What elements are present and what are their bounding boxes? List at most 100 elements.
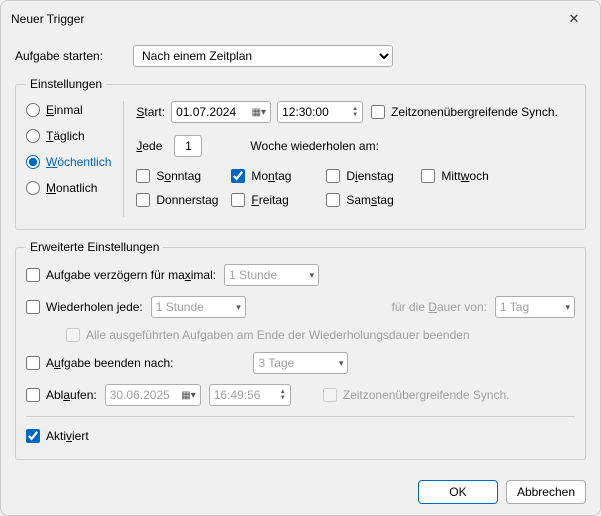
advanced-fieldset: Erweiterte Einstellungen Aufgabe verzöge… <box>15 240 586 460</box>
begin-select[interactable]: Nach einem Zeitplan <box>133 45 393 67</box>
advanced-legend: Erweiterte Einstellungen <box>26 240 163 254</box>
expire-date-value: 30.06.2025 <box>110 388 170 402</box>
start-date-input[interactable]: 01.07.2024 ▦▾ <box>171 101 271 123</box>
time-spinner-icon[interactable]: ▲▼ <box>280 389 286 401</box>
start-date-value: 01.07.2024 <box>176 105 236 119</box>
days-group: Sonntag Montag Dienstag Mittwoch <box>136 169 575 217</box>
aktiviert-label: Aktiviert <box>46 429 89 443</box>
stop-all-label: Alle ausgeführten Aufgaben am Ende der W… <box>86 328 470 342</box>
day-dienstag-input[interactable] <box>326 169 340 183</box>
day-montag[interactable]: Montag <box>231 169 326 183</box>
start-time-input[interactable]: 12:30:00 ▲▼ <box>277 101 363 123</box>
chevron-down-icon: ▾ <box>310 270 315 281</box>
delay-input[interactable] <box>26 268 40 282</box>
tz-sync-checkbox[interactable]: Zeitzonenübergreifende Synch. <box>371 105 558 119</box>
day-sonntag[interactable]: Sonntag <box>136 169 231 183</box>
radio-wochen[interactable]: Wöchentlich <box>26 155 111 169</box>
radio-einmal[interactable]: Einmal <box>26 103 111 117</box>
radio-einmal-label: Einmal <box>46 103 83 117</box>
chevron-down-icon: ▾ <box>565 302 570 313</box>
expire-time-input[interactable]: 16:49:56 ▲▼ <box>209 384 291 406</box>
repeat-input[interactable] <box>26 300 40 314</box>
expire-row: Ablaufen: 30.06.2025 ▦▾ 16:49:56 ▲▼ Zeit… <box>26 384 575 406</box>
every-row: Jede 1 Woche wiederholen am: <box>136 135 575 157</box>
expire-checkbox[interactable]: Ablaufen: <box>26 388 97 402</box>
day-donnerstag-input[interactable] <box>136 193 150 207</box>
expire-date-input[interactable]: 30.06.2025 ▦▾ <box>105 384 201 406</box>
radio-taglich-input[interactable] <box>26 129 40 143</box>
duration-value: 1 Tag <box>500 300 529 314</box>
chevron-down-icon: ▾ <box>339 358 344 369</box>
delay-checkbox[interactable]: Aufgabe verzögern für maximal: <box>26 268 216 282</box>
every-value-input[interactable]: 1 <box>174 135 202 157</box>
every-value: 1 <box>185 139 192 153</box>
aktiviert-checkbox[interactable]: Aktiviert <box>26 429 89 443</box>
expire-input[interactable] <box>26 388 40 402</box>
calendar-dropdown-icon[interactable]: ▦▾ <box>181 390 195 401</box>
day-freitag-label: Freitag <box>251 193 288 207</box>
calendar-dropdown-icon[interactable]: ▦▾ <box>252 107 266 118</box>
day-samstag[interactable]: Samstag <box>326 193 421 207</box>
radio-monat-input[interactable] <box>26 181 40 195</box>
day-donnerstag-label: Donnerstag <box>156 193 218 207</box>
day-montag-label: Montag <box>251 169 291 183</box>
day-mittwoch-input[interactable] <box>421 169 435 183</box>
cancel-button[interactable]: Abbrechen <box>506 480 586 504</box>
tz2-label: Zeitzonenübergreifende Synch. <box>343 388 510 402</box>
day-freitag-input[interactable] <box>231 193 245 207</box>
repeat-checkbox[interactable]: Wiederholen jede: <box>26 300 143 314</box>
day-sonntag-input[interactable] <box>136 169 150 183</box>
settings-body: Einmal Täglich Wöchentlich Monatlich <box>26 101 575 217</box>
radio-wochen-input[interactable] <box>26 155 40 169</box>
begin-label-text: Aufgabe starten: <box>15 49 103 63</box>
duration-combo[interactable]: 1 Tag ▾ <box>495 296 575 318</box>
stop-after-input[interactable] <box>26 356 40 370</box>
titlebar: Neuer Trigger ✕ <box>1 1 600 37</box>
day-samstag-label: Samstag <box>346 193 393 207</box>
day-dienstag-label: Dienstag <box>346 169 393 183</box>
stop-after-value: 3 Tage <box>258 356 294 370</box>
close-button[interactable]: ✕ <box>558 7 590 31</box>
duration-label: für die Dauer von: <box>392 300 487 314</box>
tz2-input <box>323 388 337 402</box>
ok-label: OK <box>449 485 466 499</box>
radio-taglich-label: Täglich <box>46 129 85 143</box>
chevron-down-icon: ▾ <box>236 302 241 313</box>
start-time-value: 12:30:00 <box>282 105 329 119</box>
day-freitag[interactable]: Freitag <box>231 193 326 207</box>
dialog-window: Neuer Trigger ✕ Aufgabe starten: Nach ei… <box>0 0 601 516</box>
radio-taglich[interactable]: Täglich <box>26 129 111 143</box>
time-spinner-icon[interactable]: ▲▼ <box>352 106 358 118</box>
day-mittwoch-label: Mittwoch <box>441 169 488 183</box>
day-montag-input[interactable] <box>231 169 245 183</box>
schedule-radio-group: Einmal Täglich Wöchentlich Monatlich <box>26 101 111 217</box>
delay-value: 1 Stunde <box>229 268 277 282</box>
stop-all-input <box>66 328 80 342</box>
tz-sync-input[interactable] <box>371 105 385 119</box>
begin-row: Aufgabe starten: Nach einem Zeitplan <box>15 45 586 67</box>
aktiviert-input[interactable] <box>26 429 40 443</box>
day-dienstag[interactable]: Dienstag <box>326 169 421 183</box>
content-area: Aufgabe starten: Nach einem Zeitplan Ein… <box>1 37 600 480</box>
radio-monat[interactable]: Monatlich <box>26 181 111 195</box>
radio-wochen-label: Wöchentlich <box>46 155 111 169</box>
window-title: Neuer Trigger <box>11 12 84 26</box>
radio-einmal-input[interactable] <box>26 103 40 117</box>
ok-button[interactable]: OK <box>418 480 498 504</box>
start-row: Start: 01.07.2024 ▦▾ 12:30:00 ▲▼ Zeitzon… <box>136 101 575 123</box>
stop-after-label: Aufgabe beenden nach: <box>46 356 173 370</box>
repeat-label: Wiederholen jede: <box>46 300 143 314</box>
delay-row: Aufgabe verzögern für maximal: 1 Stunde … <box>26 264 575 286</box>
day-mittwoch[interactable]: Mittwoch <box>421 169 516 183</box>
day-sonntag-label: Sonntag <box>156 169 201 183</box>
aktiviert-row: Aktiviert <box>26 429 575 443</box>
cancel-label: Abbrechen <box>517 485 575 499</box>
repeat-combo[interactable]: 1 Stunde ▾ <box>151 296 246 318</box>
delay-combo[interactable]: 1 Stunde ▾ <box>224 264 319 286</box>
day-donnerstag[interactable]: Donnerstag <box>136 193 231 207</box>
stop-after-checkbox[interactable]: Aufgabe beenden nach: <box>26 356 173 370</box>
stop-after-combo[interactable]: 3 Tage ▾ <box>253 352 348 374</box>
day-samstag-input[interactable] <box>326 193 340 207</box>
horizontal-divider <box>26 416 575 417</box>
begin-label: Aufgabe starten: <box>15 49 125 63</box>
